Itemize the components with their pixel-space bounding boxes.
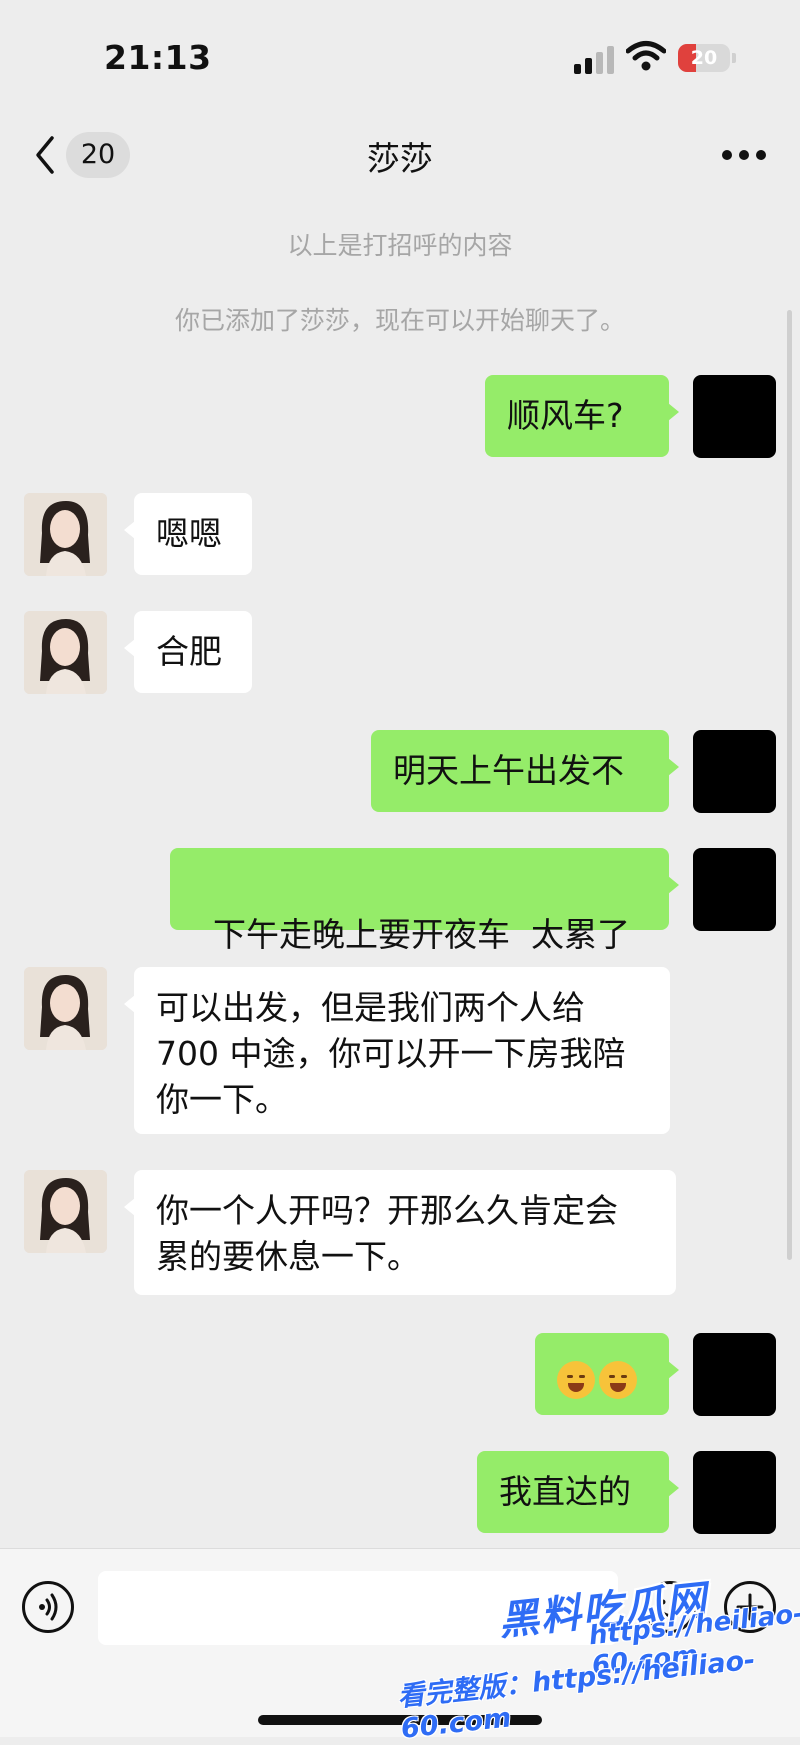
chat-title: 莎莎: [367, 139, 433, 178]
laughing-crying-emoji-icon: [557, 1360, 595, 1399]
message-bubble-sent[interactable]: 下午走晚上要开夜车 太累了: [170, 848, 679, 954]
message-bubble-sent[interactable]: 我直达的: [477, 1451, 679, 1533]
status-bar: 21:13 20: [0, 0, 800, 110]
message-text: 我直达的: [499, 1472, 631, 1511]
cellular-signal-icon: [574, 44, 616, 74]
voice-input-button[interactable]: [22, 1581, 74, 1633]
chat-header: 20 莎莎: [0, 110, 800, 200]
wifi-icon: [626, 41, 666, 71]
message-text-line: 累的要休息一下。: [156, 1237, 420, 1276]
contact-avatar[interactable]: [24, 967, 107, 1050]
message-bubble-sent[interactable]: 明天上午出发不: [371, 730, 679, 812]
message-text: 下午走晚上要开夜车 太累了: [212, 915, 630, 954]
message-text: 合肥: [156, 632, 222, 671]
system-message: 以上是打招呼的内容: [287, 231, 513, 260]
status-time: 21:13: [104, 38, 212, 77]
scrollbar[interactable]: [787, 310, 792, 1260]
message-bubble-received[interactable]: 嗯嗯: [124, 493, 252, 575]
message-text-line: 可以出发，但是我们两个人给: [156, 988, 585, 1027]
my-avatar[interactable]: [693, 1333, 776, 1416]
more-options-icon[interactable]: [722, 150, 766, 162]
message-bubble-received[interactable]: 合肥: [124, 611, 252, 693]
battery-level: 20: [690, 47, 718, 69]
message-text: 嗯嗯: [156, 514, 222, 553]
message-text-line: 700 中途，你可以开一下房我陪: [156, 1034, 626, 1073]
back-chevron-icon[interactable]: [30, 132, 60, 178]
message-bubble-received[interactable]: 你一个人开吗？开那么久肯定会 累的要休息一下。: [124, 1170, 676, 1295]
contact-avatar-photo: [24, 967, 107, 1050]
my-avatar[interactable]: [693, 375, 776, 458]
system-message: 你已添加了莎莎，现在可以开始聊天了。: [174, 306, 625, 335]
message-bubble-sent[interactable]: 顺风车?: [485, 375, 679, 457]
message-text: 明天上午出发不: [393, 751, 624, 790]
message-text-line: 你一个人开吗？开那么久肯定会: [156, 1191, 618, 1230]
voice-wave-icon: [39, 1593, 58, 1621]
contact-avatar-photo: [24, 611, 107, 694]
laughing-crying-emoji-icon: [599, 1360, 637, 1399]
contact-avatar[interactable]: [24, 611, 107, 694]
message-text: 顺风车?: [507, 396, 624, 435]
message-text-line: 你一下。: [156, 1080, 288, 1119]
battery-icon: 20: [678, 44, 736, 72]
message-bubble-sent[interactable]: [535, 1333, 679, 1415]
my-avatar[interactable]: [693, 848, 776, 931]
unread-count-badge[interactable]: 20: [66, 132, 130, 178]
contact-avatar-photo: [24, 493, 107, 576]
contact-avatar[interactable]: [24, 493, 107, 576]
my-avatar[interactable]: [693, 1451, 776, 1534]
contact-avatar-photo: [24, 1170, 107, 1253]
contact-avatar[interactable]: [24, 1170, 107, 1253]
my-avatar[interactable]: [693, 730, 776, 813]
message-bubble-received[interactable]: 可以出发，但是我们两个人给 700 中途，你可以开一下房我陪 你一下。: [124, 967, 670, 1134]
